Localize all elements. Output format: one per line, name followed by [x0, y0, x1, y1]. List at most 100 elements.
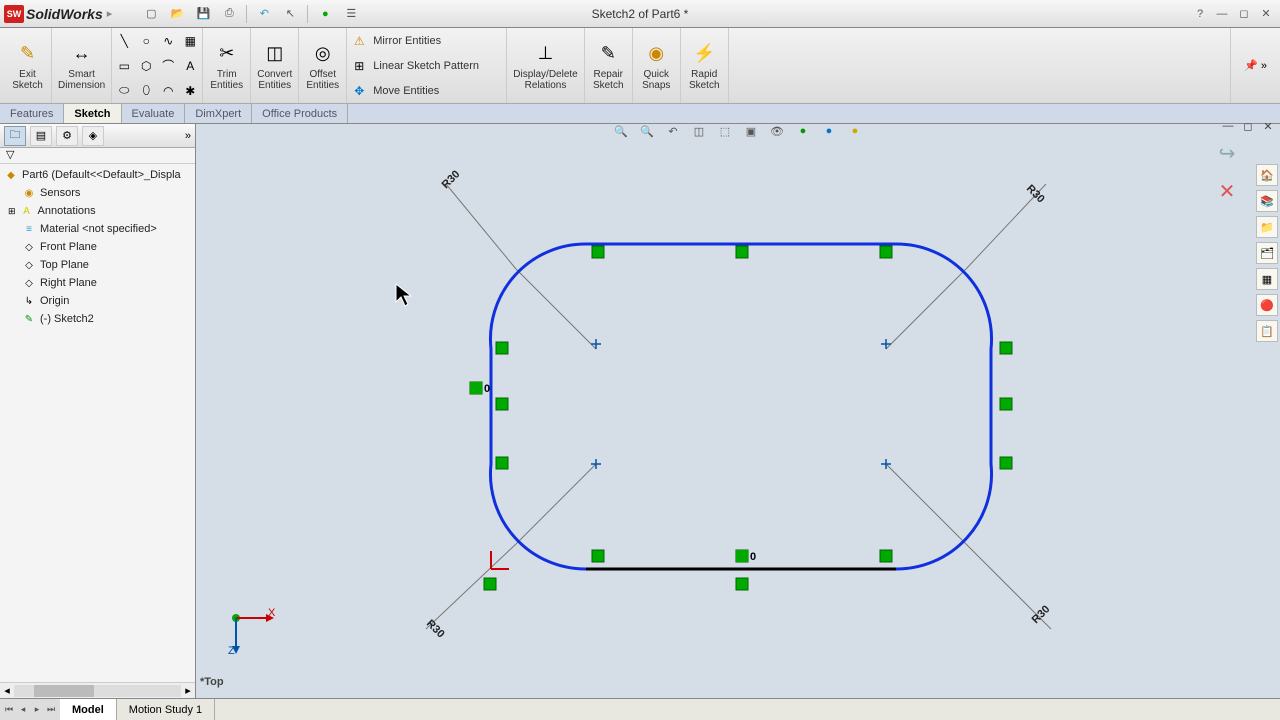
app-logo-icon: SW: [4, 5, 24, 23]
inner-minimize-icon[interactable]: —: [1220, 118, 1236, 134]
section-view-icon[interactable]: ◫: [689, 121, 709, 141]
render-icon[interactable]: ●: [845, 121, 865, 141]
trim-entities-button[interactable]: ✂ Trim Entities: [203, 28, 251, 103]
view-triad: X Z: [226, 606, 276, 656]
feature-tree: ◆Part6 (Default<<Default>_Displa ◉Sensor…: [0, 164, 195, 682]
move-icon[interactable]: ✥: [351, 83, 367, 99]
tab-prev-icon[interactable]: ◂: [16, 703, 30, 717]
panel-scrollbar[interactable]: ◂ ▸: [0, 682, 195, 698]
options-icon[interactable]: ☰: [342, 5, 360, 23]
view-orient-icon[interactable]: ⬚: [715, 121, 735, 141]
open-icon[interactable]: 📂: [168, 5, 186, 23]
svg-text:Z: Z: [228, 645, 235, 656]
tab-first-icon[interactable]: ⏮: [2, 703, 16, 717]
help-icon[interactable]: ?: [1192, 6, 1208, 22]
point-icon[interactable]: ✱: [182, 83, 198, 99]
tree-sketch2[interactable]: ✎(-) Sketch2: [0, 310, 195, 328]
sketch-tools-group: ╲ ○ ∿ ▦ ▭ ⬡ ⌒ A ⬭ ⬯ ◠ ✱: [112, 28, 203, 103]
polygon-icon[interactable]: ⬡: [138, 58, 154, 74]
fillet-icon[interactable]: ⌒: [160, 58, 176, 74]
bottom-tab-motion[interactable]: Motion Study 1: [117, 699, 215, 720]
svg-text:X: X: [268, 607, 276, 619]
slot-icon[interactable]: ⬭: [116, 83, 132, 99]
inner-maximize-icon[interactable]: ◻: [1240, 118, 1256, 134]
dim-r30-tr: R30: [1024, 183, 1047, 206]
zoom-fit-icon[interactable]: 🔍: [611, 121, 631, 141]
offset-entities-button[interactable]: ◎ Offset Entities: [299, 28, 347, 103]
tree-root[interactable]: ◆Part6 (Default<<Default>_Displa: [0, 166, 195, 184]
tab-sketch[interactable]: Sketch: [64, 104, 121, 123]
tree-right-plane[interactable]: ◇Right Plane: [0, 274, 195, 292]
tab-dimxpert[interactable]: DimXpert: [185, 104, 252, 123]
linear-pattern-icon[interactable]: ⊞: [351, 58, 367, 74]
text-icon[interactable]: A: [182, 58, 198, 74]
smart-dimension-button[interactable]: ↔ Smart Dimension: [52, 28, 112, 103]
tree-origin[interactable]: ↳Origin: [0, 292, 195, 310]
tab-nav: ⏮ ◂ ▸ ⏭: [0, 699, 60, 720]
tab-office[interactable]: Office Products: [252, 104, 348, 123]
arc-icon[interactable]: ◠: [160, 83, 176, 99]
pattern-group: ⚠Mirror Entities ⊞Linear Sketch Pattern …: [347, 28, 507, 103]
dimxpert-tab-icon[interactable]: ◈: [82, 126, 104, 146]
document-title: Sketch2 of Part6 *: [592, 7, 689, 21]
quick-snaps-icon: ◉: [643, 41, 669, 67]
tree-front-plane[interactable]: ◇Front Plane: [0, 238, 195, 256]
mirror-icon[interactable]: ⚠: [351, 33, 367, 49]
prev-view-icon[interactable]: ↶: [663, 121, 683, 141]
display-style-icon[interactable]: ▣: [741, 121, 761, 141]
configuration-tab-icon[interactable]: ⚙: [56, 126, 78, 146]
app-name: SolidWorks: [26, 6, 103, 22]
display-relations-button[interactable]: ⊥ Display/Delete Relations: [507, 28, 584, 103]
undo-icon[interactable]: ↶: [255, 5, 273, 23]
quick-snaps-button[interactable]: ◉ Quick Snaps: [633, 28, 681, 103]
minimize-icon[interactable]: —: [1214, 6, 1230, 22]
exit-sketch-button[interactable]: ✎ Exit Sketch: [4, 28, 52, 103]
rapid-sketch-icon: ⚡: [691, 41, 717, 67]
repair-sketch-button[interactable]: ✎ Repair Sketch: [585, 28, 633, 103]
property-manager-tab-icon[interactable]: ▤: [30, 126, 52, 146]
new-icon[interactable]: ▢: [142, 5, 160, 23]
panel-expand-icon[interactable]: »: [185, 130, 191, 142]
ellipse-icon[interactable]: ⬯: [138, 83, 154, 99]
line-icon[interactable]: ╲: [116, 33, 132, 49]
filter-bar[interactable]: ▽: [0, 148, 195, 164]
circle-icon[interactable]: ○: [138, 33, 154, 49]
scene-icon[interactable]: ●: [793, 121, 813, 141]
tab-next-icon[interactable]: ▸: [30, 703, 44, 717]
convert-icon: ◫: [262, 41, 288, 67]
svg-text:0: 0: [750, 551, 756, 563]
rapid-sketch-button[interactable]: ⚡ Rapid Sketch: [681, 28, 729, 103]
ribbon-customize-button[interactable]: 📌 »: [1230, 28, 1280, 103]
exit-sketch-icon: ✎: [15, 41, 41, 67]
print-icon[interactable]: ⎙: [220, 5, 238, 23]
tree-annotations[interactable]: ⊞AAnnotations: [0, 202, 195, 220]
select-icon[interactable]: ↖: [281, 5, 299, 23]
appearance-icon[interactable]: ●: [819, 121, 839, 141]
tree-sensors[interactable]: ◉Sensors: [0, 184, 195, 202]
convert-entities-button[interactable]: ◫ Convert Entities: [251, 28, 299, 103]
repair-icon: ✎: [595, 41, 621, 67]
tree-top-plane[interactable]: ◇Top Plane: [0, 256, 195, 274]
hide-show-icon[interactable]: 👁: [767, 121, 787, 141]
bottom-tab-model[interactable]: Model: [60, 699, 117, 720]
rebuild-icon[interactable]: ●: [316, 5, 334, 23]
feature-manager-tab-icon[interactable]: 🗀: [4, 126, 26, 146]
display-relations-icon: ⊥: [533, 41, 559, 67]
app-menu-arrow-icon[interactable]: ▸: [107, 7, 113, 20]
rect-icon[interactable]: ▭: [116, 58, 132, 74]
tab-evaluate[interactable]: Evaluate: [122, 104, 186, 123]
spline-icon[interactable]: ∿: [160, 33, 176, 49]
graphics-area[interactable]: 🔍 🔍 ↶ ◫ ⬚ ▣ 👁 ● ● ● — ◻ ✕ ↪ ✕ 🏠 📚 📁 🗂 ▦ …: [196, 124, 1280, 698]
rect-grid-icon[interactable]: ▦: [182, 33, 198, 49]
tree-material[interactable]: ≡Material <not specified>: [0, 220, 195, 238]
zoom-area-icon[interactable]: 🔍: [637, 121, 657, 141]
inner-close-icon[interactable]: ✕: [1260, 118, 1276, 134]
bottom-tab-bar: ⏮ ◂ ▸ ⏭ Model Motion Study 1: [0, 698, 1280, 720]
save-icon[interactable]: 💾: [194, 5, 212, 23]
tab-features[interactable]: Features: [0, 104, 64, 123]
tab-last-icon[interactable]: ⏭: [44, 703, 58, 717]
sketch-canvas: R30 R30 R30 R30: [196, 124, 1280, 698]
close-icon[interactable]: ✕: [1258, 6, 1274, 22]
feature-manager-panel: 🗀 ▤ ⚙ ◈ » ▽ ◆Part6 (Default<<Default>_Di…: [0, 124, 196, 698]
maximize-icon[interactable]: ◻: [1236, 6, 1252, 22]
